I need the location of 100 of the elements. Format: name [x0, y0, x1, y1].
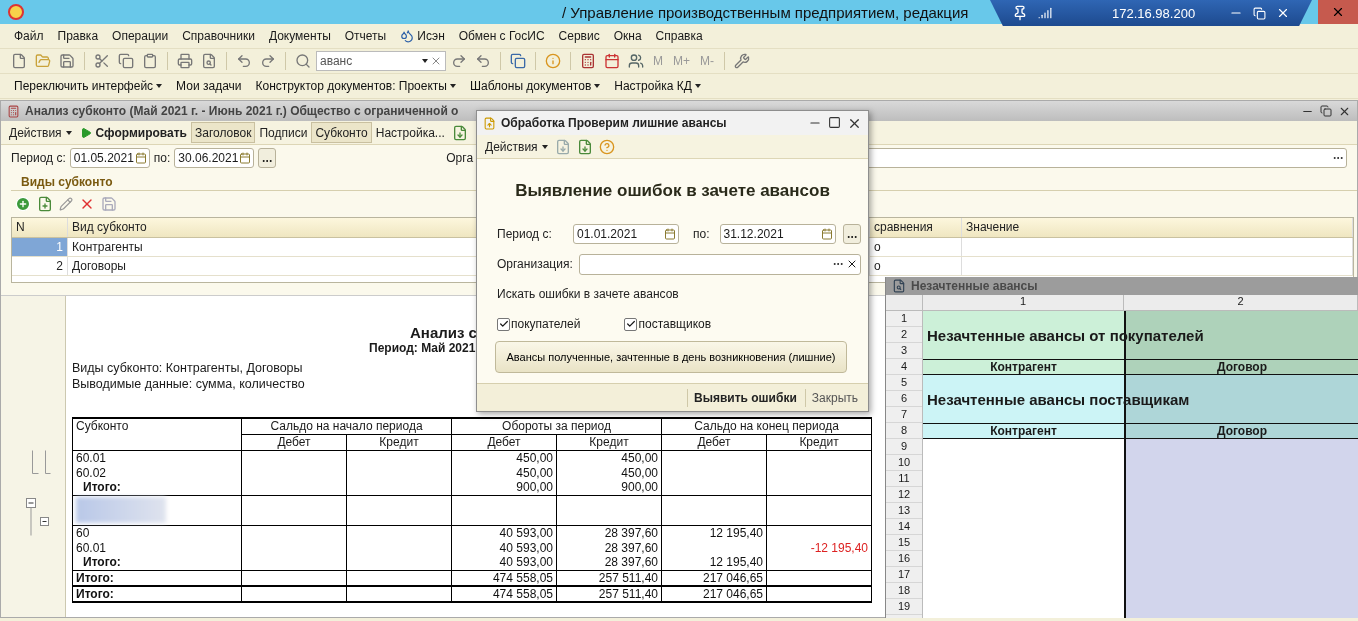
- group-label: Искать ошибки в зачете авансов: [497, 287, 679, 301]
- menu-item[interactable]: Сервис: [552, 27, 606, 45]
- report-line: Выводимые данные: сумма, количество: [72, 377, 305, 393]
- row-number: 15: [886, 535, 922, 551]
- period-to-label: по:: [153, 151, 171, 165]
- menu-item[interactable]: Окна: [607, 27, 648, 45]
- panel-button[interactable]: Конструктор документов: Проекты: [249, 79, 462, 93]
- table-cell: 28 397,60: [556, 525, 662, 540]
- menu-item[interactable]: Справка: [649, 27, 709, 45]
- app-title: / Управление производственным предприятием, редакция: [562, 3, 969, 21]
- row-number: 5: [886, 375, 922, 391]
- column-header: 2: [1124, 295, 1358, 310]
- table-cell: 257 511,40: [556, 570, 662, 586]
- column-header: Дебет: [241, 434, 347, 450]
- table-cell: Итого:: [72, 570, 242, 586]
- menu-item[interactable]: Обмен с ГосИС: [452, 27, 551, 45]
- menu-item[interactable]: Файл: [8, 27, 50, 45]
- date-field[interactable]: 01.01.2021: [573, 224, 679, 244]
- date-field[interactable]: 01.05.2021: [69, 148, 150, 168]
- toolbar-button[interactable]: Субконто: [311, 122, 372, 143]
- footer-button[interactable]: Выявить ошибки: [687, 388, 803, 407]
- table-cell: 450,00: [451, 450, 557, 465]
- row-number: 10: [886, 455, 922, 471]
- report-line: Виды субконто: Контрагенты, Договоры: [72, 361, 303, 377]
- toolbar-button[interactable]: Заголовок: [191, 122, 256, 143]
- search-field[interactable]: аванс: [316, 51, 446, 71]
- panel-button[interactable]: Переключить интерфейс: [8, 79, 169, 93]
- column-header: Кредит: [556, 434, 662, 450]
- toolbar-button[interactable]: Действия: [5, 122, 76, 143]
- row-number: 12: [886, 487, 922, 503]
- date-field[interactable]: 30.06.2021: [174, 148, 255, 168]
- table-cell: 60.02: [72, 465, 242, 480]
- column-header: Сальдо на конец периода: [661, 418, 872, 434]
- table-cell: 60.01: [72, 450, 242, 465]
- toolbar-button[interactable]: Подписи: [255, 122, 312, 143]
- panel-button[interactable]: Настройка КД: [608, 79, 707, 93]
- column-header: Контрагент: [923, 359, 1124, 375]
- table-cell: Итого:: [72, 480, 242, 495]
- checkbox[interactable]: поставщиков: [624, 317, 712, 331]
- column-header[interactable]: Значение: [962, 218, 1353, 237]
- column-header[interactable]: сравнения: [870, 218, 962, 237]
- date-field[interactable]: 31.12.2021: [719, 224, 836, 244]
- menu-item[interactable]: Правка: [51, 27, 105, 45]
- checkbox[interactable]: покупателей: [497, 317, 581, 331]
- row-number: 1: [886, 311, 922, 327]
- table-cell[interactable]: о: [870, 238, 962, 256]
- column-header: Обороты за период: [451, 418, 662, 434]
- table-cell: 900,00: [451, 480, 557, 495]
- row-number: 16: [886, 551, 922, 567]
- table-cell: 217 046,65: [661, 585, 767, 602]
- menu-item[interactable]: Исэн: [394, 27, 451, 45]
- row-number: 7: [886, 407, 922, 423]
- row-number: 9: [886, 439, 922, 455]
- table-cell[interactable]: о: [870, 257, 962, 275]
- organization-label: Орга: [446, 151, 474, 165]
- row-number: 1: [12, 238, 68, 256]
- row-number: 4: [886, 359, 922, 375]
- row-number: 3: [886, 343, 922, 359]
- table-cell: 474 558,05: [451, 570, 557, 586]
- table-cell: 450,00: [451, 465, 557, 480]
- menu-item[interactable]: Отчеты: [338, 27, 393, 45]
- column-header: Сальдо на начало периода: [241, 418, 452, 434]
- column-header: Кредит: [346, 434, 452, 450]
- table-cell: 40 593,00: [451, 540, 557, 555]
- table-cell: 28 397,60: [556, 540, 662, 555]
- table-cell: 474 558,05: [451, 585, 557, 602]
- table-cell: Итого:: [72, 555, 242, 570]
- menu-item[interactable]: Документы: [262, 27, 337, 45]
- column-header: Договор: [1124, 359, 1358, 375]
- toolbar-button[interactable]: Настройка...: [371, 122, 449, 143]
- column-header[interactable]: N: [12, 218, 68, 237]
- table-cell: 217 046,65: [661, 570, 767, 586]
- table-cell: 40 593,00: [451, 525, 557, 540]
- column-header: Дебет: [451, 434, 557, 450]
- organization-label: Организация:: [497, 257, 573, 271]
- column-header: Договор: [1124, 423, 1358, 439]
- panel-button[interactable]: Мои задачи: [170, 79, 248, 93]
- panel-button[interactable]: Шаблоны документов: [463, 79, 607, 93]
- column-header: Контрагент: [923, 423, 1124, 439]
- table-cell: -12 195,40: [766, 540, 872, 555]
- column-header: Дебет: [661, 434, 767, 450]
- menu-item[interactable]: Операции: [106, 27, 175, 45]
- table-cell: 450,00: [556, 450, 662, 465]
- footer-button[interactable]: Закрыть: [804, 388, 864, 407]
- table-cell: 450,00: [556, 465, 662, 480]
- row-number: 17: [886, 567, 922, 583]
- menu-item[interactable]: Справочники: [176, 27, 261, 45]
- row-number: 13: [886, 503, 922, 519]
- dialog-title: Обработка Проверим лишние авансы: [501, 116, 727, 130]
- actions-menu[interactable]: Действия: [481, 136, 552, 157]
- table-cell: Итого:: [72, 585, 242, 602]
- row-number: 8: [886, 423, 922, 439]
- report-title: Анализ с: [410, 324, 477, 341]
- table-cell: 40 593,00: [451, 555, 557, 570]
- report-period: Период: Май 2021: [369, 341, 476, 355]
- report-button[interactable]: Авансы полученные, зачтенные в день возникновения (лишние): [495, 341, 847, 373]
- column-header: Кредит: [766, 434, 872, 450]
- table-cell: 12 195,40: [661, 555, 767, 570]
- toolbar-button[interactable]: Сформировать: [75, 122, 191, 143]
- column-header: Субконто: [72, 418, 242, 450]
